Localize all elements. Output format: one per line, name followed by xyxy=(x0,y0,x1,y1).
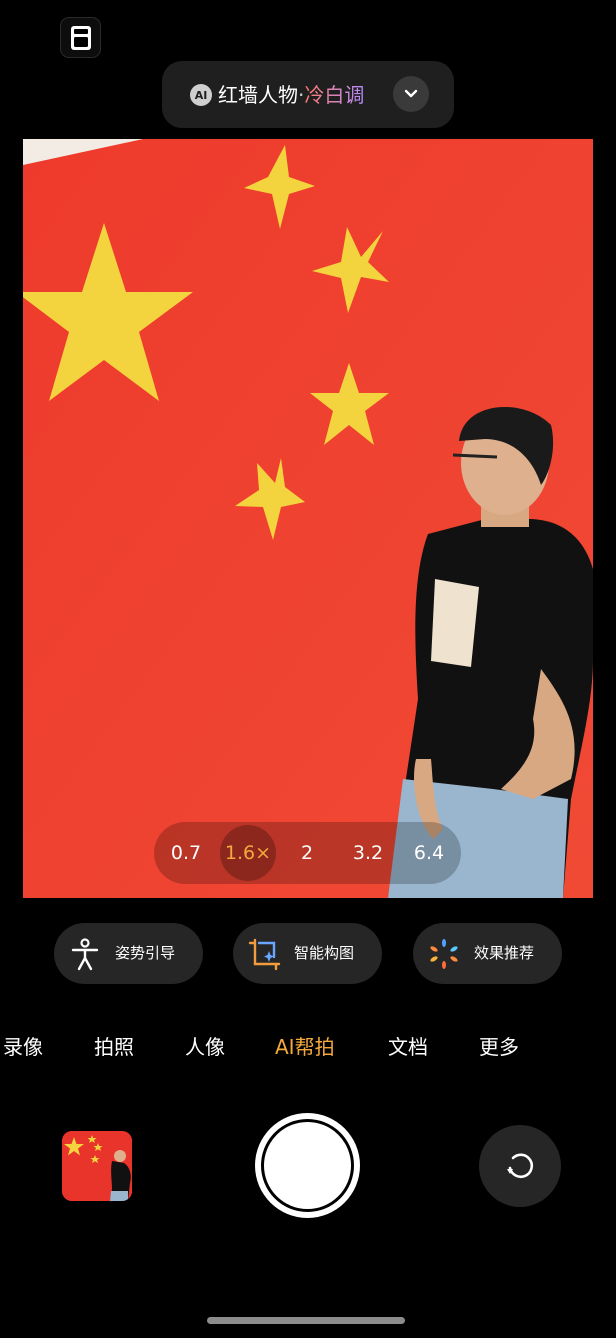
mode-document[interactable]: 文档 xyxy=(388,1032,428,1062)
color-burst-icon xyxy=(430,939,458,969)
gallery-thumbnail[interactable] xyxy=(62,1131,132,1201)
crop-sparkle-icon xyxy=(248,938,281,971)
mode-portrait[interactable]: 人像 xyxy=(185,1032,225,1062)
home-indicator[interactable] xyxy=(207,1317,405,1324)
chevron-down-icon xyxy=(404,89,418,98)
scene-name: 红墙人物 xyxy=(218,83,298,107)
viewfinder-scene xyxy=(23,139,593,898)
flip-camera-button[interactable] xyxy=(479,1125,561,1207)
layout-panel-icon xyxy=(70,25,91,50)
zoom-option-3-2[interactable]: 3.2 xyxy=(344,822,392,884)
ai-scene-pill[interactable]: AI 红墙人物·冷白调 xyxy=(162,61,454,128)
scene-tone: 冷白调 xyxy=(304,83,365,107)
zoom-option-1-6[interactable]: 1.6× xyxy=(220,822,276,884)
zoom-option-2[interactable]: 2 xyxy=(289,822,325,884)
smart-composition-label: 智能构图 xyxy=(294,944,355,962)
pose-figure-icon xyxy=(71,938,99,971)
mode-photo[interactable]: 拍照 xyxy=(94,1032,134,1062)
layout-panel-button[interactable] xyxy=(60,17,101,58)
camera-viewfinder[interactable] xyxy=(23,139,593,898)
zoom-option-0-7[interactable]: 0.7 xyxy=(164,822,208,884)
ai-badge-icon: AI xyxy=(190,84,212,106)
zoom-option-6-4[interactable]: 6.4 xyxy=(405,822,453,884)
pose-guide-label: 姿势引导 xyxy=(115,944,176,962)
mode-ai-assist[interactable]: AI帮拍 xyxy=(275,1032,335,1062)
mode-video[interactable]: 录像 xyxy=(3,1032,43,1062)
shutter-button[interactable] xyxy=(255,1113,360,1218)
zoom-selector: 0.7 1.6× 2 3.2 6.4 xyxy=(154,822,461,884)
smart-composition-button[interactable]: 智能构图 xyxy=(233,923,382,984)
shutter-inner-ring xyxy=(261,1119,354,1212)
effect-recommend-label: 效果推荐 xyxy=(474,944,535,962)
mode-more[interactable]: 更多 xyxy=(479,1032,519,1062)
gallery-preview xyxy=(62,1131,132,1201)
effect-recommend-button[interactable]: 效果推荐 xyxy=(413,923,562,984)
pose-guide-button[interactable]: 姿势引导 xyxy=(54,923,203,984)
scene-label: 红墙人物·冷白调 xyxy=(218,81,364,109)
rotate-camera-icon xyxy=(507,1153,534,1179)
scene-expand-button[interactable] xyxy=(393,76,429,112)
